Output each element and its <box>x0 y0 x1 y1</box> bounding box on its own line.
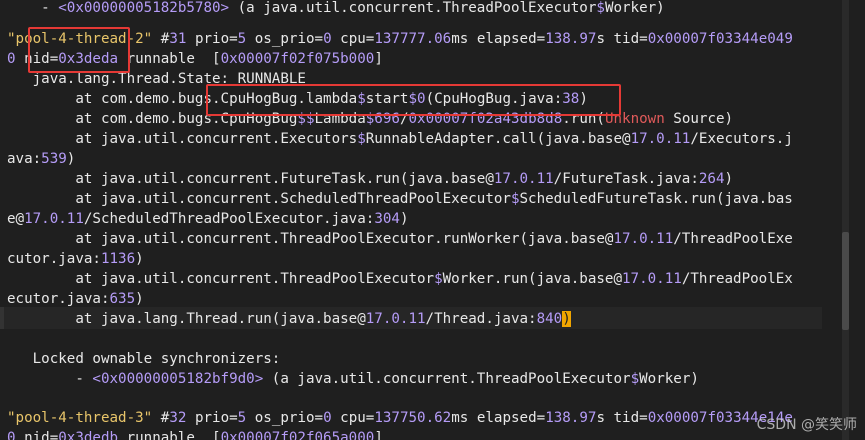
terminal-line: e@17.0.11/ScheduledThreadPoolExecutor.ja… <box>7 211 409 227</box>
vertical-scrollbar[interactable] <box>822 0 865 440</box>
terminal-line: - <0x00000005182b5780> (a java.util.conc… <box>7 0 665 16</box>
terminal-line: Locked ownable synchronizers: <box>7 351 281 367</box>
line-edge-marker <box>0 307 4 329</box>
terminal-line: - <0x00000005182bf9d0> (a java.util.conc… <box>7 371 699 387</box>
terminal-line: "pool-4-thread-2" #31 prio=5 os_prio=0 c… <box>7 31 793 47</box>
terminal-output[interactable]: - <0x00000005182b5780> (a java.util.conc… <box>0 0 822 440</box>
terminal-line: at java.util.concurrent.ScheduledThreadP… <box>7 191 793 207</box>
terminal-line: 0 nid=0x3dedb runnable [0x00007f02f065a0… <box>7 430 383 440</box>
terminal-line: "pool-4-thread-3" #32 prio=5 os_prio=0 c… <box>7 410 793 426</box>
terminal-line: at java.util.concurrent.ThreadPoolExecut… <box>7 271 793 287</box>
watermark: CSDN @笑笑师 <box>756 417 857 433</box>
terminal-line: java.lang.Thread.State: RUNNABLE <box>7 71 306 87</box>
terminal-line: ava:539) <box>7 151 76 167</box>
terminal-line: at java.lang.Thread.run(java.base@17.0.1… <box>7 311 571 327</box>
scrollbar-track[interactable] <box>842 0 849 440</box>
terminal-line: at java.util.concurrent.FutureTask.run(j… <box>7 171 734 187</box>
terminal-line: at com.demo.bugs.CpuHogBug$$Lambda$696/0… <box>7 111 734 127</box>
terminal-line: cutor.java:1136) <box>7 251 144 267</box>
terminal-line: ecutor.java:635) <box>7 291 144 307</box>
scrollbar-thumb[interactable] <box>842 232 849 330</box>
terminal-line: at com.demo.bugs.CpuHogBug.lambda$start$… <box>7 91 588 107</box>
terminal-line: at java.util.concurrent.ThreadPoolExecut… <box>7 231 793 247</box>
terminal-line: 0 nid=0x3deda runnable [0x00007f02f075b0… <box>7 51 383 67</box>
terminal-line: at java.util.concurrent.Executors$Runnab… <box>7 131 793 147</box>
